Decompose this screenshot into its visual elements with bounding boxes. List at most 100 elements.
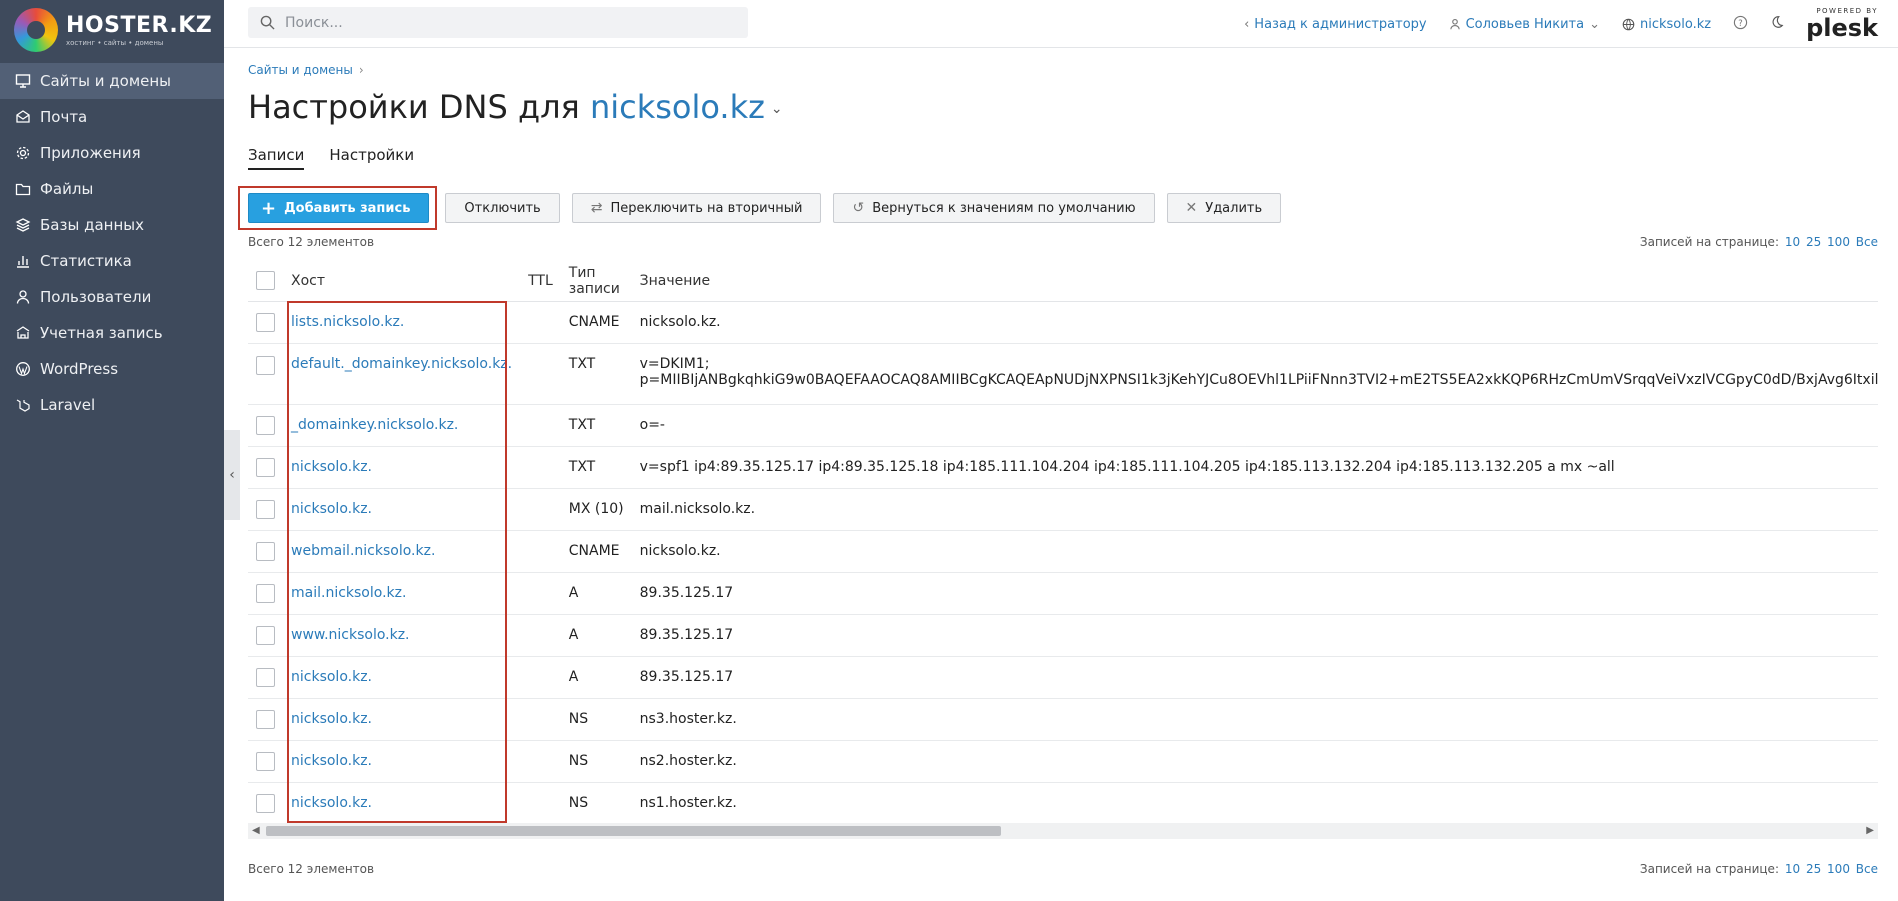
- type-cell: MX (10): [560, 488, 632, 531]
- mail-icon: [14, 108, 32, 126]
- horizontal-scrollbar[interactable]: ◀ ▶: [248, 823, 1878, 839]
- sidebar-item-sites-domains[interactable]: Сайты и домены: [0, 63, 224, 99]
- row-checkbox[interactable]: [256, 457, 275, 477]
- user-icon: [14, 288, 32, 306]
- host-link[interactable]: nicksolo.kz.: [291, 669, 372, 685]
- select-all-checkbox[interactable]: [256, 271, 275, 291]
- logo[interactable]: HOSTER.KZ хостинг • сайты • домены: [0, 0, 224, 60]
- per-page-100[interactable]: 100: [1827, 235, 1850, 249]
- page-title: Настройки DNS для nicksolo.kz ⌄: [248, 88, 783, 126]
- sidebar-item-statistics[interactable]: Статистика: [0, 243, 224, 279]
- row-checkbox[interactable]: [256, 667, 275, 687]
- disable-button[interactable]: Отключить: [445, 193, 560, 223]
- per-page-all[interactable]: Все: [1856, 235, 1878, 249]
- host-link[interactable]: nicksolo.kz.: [291, 459, 372, 475]
- host-link[interactable]: webmail.nicksolo.kz.: [291, 543, 435, 559]
- host-link[interactable]: nicksolo.kz.: [291, 501, 372, 517]
- per-page-100[interactable]: 100: [1827, 862, 1850, 876]
- add-record-button[interactable]: + Добавить запись: [248, 193, 430, 223]
- user-icon: [1449, 18, 1460, 30]
- ttl-cell: [520, 782, 561, 821]
- host-link[interactable]: www.nicksolo.kz.: [291, 627, 410, 643]
- sidebar-item-databases[interactable]: Базы данных: [0, 207, 224, 243]
- row-checkbox[interactable]: [256, 355, 275, 375]
- column-host[interactable]: Хост: [283, 261, 521, 302]
- host-link[interactable]: lists.nicksolo.kz.: [291, 314, 404, 330]
- sidebar-item-label: Файлы: [40, 180, 94, 198]
- sidebar-item-label: Приложения: [40, 144, 141, 162]
- breadcrumb: Сайты и домены ›: [248, 63, 364, 77]
- per-page-25[interactable]: 25: [1806, 235, 1821, 249]
- row-checkbox[interactable]: [256, 583, 275, 603]
- sidebar-item-label: Учетная запись: [40, 324, 163, 342]
- tab-settings[interactable]: Настройки: [329, 146, 414, 170]
- host-link[interactable]: nicksolo.kz.: [291, 711, 372, 727]
- column-value[interactable]: Значение: [631, 261, 1878, 302]
- search-box[interactable]: [248, 7, 748, 38]
- restore-icon: ↺: [852, 200, 865, 216]
- delete-button[interactable]: ✕ Удалить: [1166, 193, 1282, 223]
- help-icon[interactable]: ?: [1733, 15, 1748, 34]
- sidebar-item-account[interactable]: Учетная запись: [0, 315, 224, 351]
- per-page-10[interactable]: 10: [1785, 862, 1800, 876]
- switch-icon: ⇄: [590, 200, 603, 216]
- row-checkbox[interactable]: [256, 751, 275, 771]
- back-to-admin-link[interactable]: ‹ Назад к администратору: [1244, 17, 1427, 32]
- restore-defaults-button[interactable]: ↺ Вернуться к значениям по умолчанию: [833, 193, 1155, 223]
- per-page-10[interactable]: 10: [1785, 235, 1800, 249]
- row-checkbox[interactable]: [256, 793, 275, 813]
- row-checkbox[interactable]: [256, 415, 275, 435]
- scroll-left-arrow-icon[interactable]: ◀: [252, 823, 260, 839]
- dark-mode-toggle-icon[interactable]: [1770, 15, 1784, 33]
- type-cell: NS: [560, 782, 632, 821]
- tab-records[interactable]: Записи: [248, 146, 305, 170]
- per-page-25[interactable]: 25: [1806, 862, 1821, 876]
- sidebar-item-label: Базы данных: [40, 216, 144, 234]
- scrollbar-thumb[interactable]: [266, 826, 1001, 836]
- close-icon: ✕: [1185, 200, 1198, 216]
- search-input[interactable]: [283, 13, 723, 32]
- sidebar-item-laravel[interactable]: Laravel: [0, 387, 224, 423]
- host-link[interactable]: mail.nicksolo.kz.: [291, 585, 406, 601]
- row-checkbox[interactable]: [256, 499, 275, 519]
- sidebar-item-files[interactable]: Файлы: [0, 171, 224, 207]
- table-row: nicksolo.kz. TXT v=spf1 ip4:89.35.125.17…: [248, 446, 1878, 489]
- column-type[interactable]: Тип записи: [560, 261, 632, 302]
- per-page-all[interactable]: Все: [1856, 862, 1878, 876]
- row-checkbox[interactable]: [256, 541, 275, 561]
- value-cell: ns1.hoster.kz.: [631, 782, 1878, 821]
- column-ttl[interactable]: TTL: [520, 261, 561, 302]
- row-checkbox[interactable]: [256, 709, 275, 729]
- sidebar-item-mail[interactable]: Почта: [0, 99, 224, 135]
- host-link[interactable]: default._domainkey.nicksolo.kz.: [291, 356, 512, 372]
- account-icon: [14, 324, 32, 342]
- breadcrumb-link-sites[interactable]: Сайты и домены: [248, 63, 353, 77]
- globe-icon: [1622, 18, 1635, 30]
- sidebar-item-users[interactable]: Пользователи: [0, 279, 224, 315]
- sidebar-item-applications[interactable]: Приложения: [0, 135, 224, 171]
- host-link[interactable]: nicksolo.kz.: [291, 753, 372, 769]
- host-link[interactable]: _domainkey.nicksolo.kz.: [291, 417, 458, 433]
- type-cell: NS: [560, 698, 632, 741]
- value-cell: 89.35.125.17: [631, 656, 1878, 699]
- type-cell: A: [560, 614, 632, 657]
- ttl-cell: [520, 740, 561, 783]
- switch-secondary-button[interactable]: ⇄ Переключить на вторичный: [571, 193, 822, 223]
- row-checkbox[interactable]: [256, 625, 275, 645]
- type-cell: CNAME: [560, 530, 632, 573]
- host-link[interactable]: nicksolo.kz.: [291, 795, 372, 811]
- gear-icon: [14, 144, 32, 162]
- domain-link[interactable]: nicksolo.kz: [1622, 17, 1711, 32]
- user-menu[interactable]: Соловьев Никита ⌄: [1449, 17, 1600, 32]
- sidebar-nav: Сайты и домены Почта Приложения Файлы Ба…: [0, 63, 224, 423]
- row-checkbox[interactable]: [256, 312, 275, 332]
- table-row: www.nicksolo.kz. A 89.35.125.17: [248, 614, 1878, 657]
- logo-mark-icon: [14, 8, 58, 52]
- type-cell: CNAME: [560, 301, 632, 344]
- sidebar-item-wordpress[interactable]: WordPress: [0, 351, 224, 387]
- chevron-down-icon[interactable]: ⌄: [771, 101, 783, 117]
- sidebar-collapse-button[interactable]: ‹: [224, 430, 240, 520]
- scroll-right-arrow-icon[interactable]: ▶: [1866, 823, 1874, 839]
- records-table: Хост TTL Тип записи Значение lists.nicks…: [248, 261, 1878, 821]
- page-title-domain[interactable]: nicksolo.kz: [590, 88, 765, 126]
